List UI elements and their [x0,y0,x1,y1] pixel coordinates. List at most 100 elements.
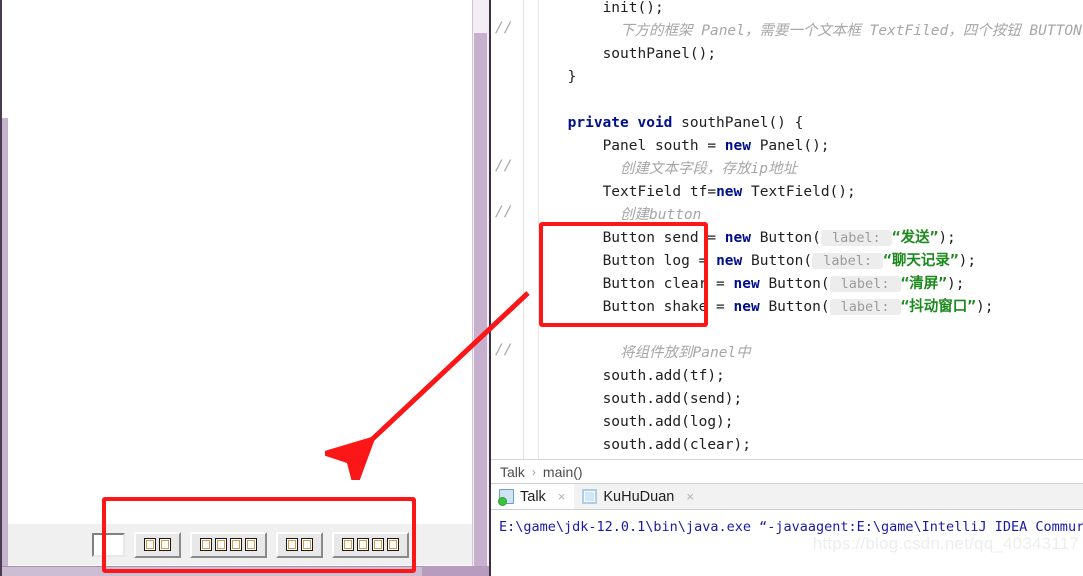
editor-gutter[interactable] [491,0,524,459]
string-literal-token: “聊天记录” [883,253,959,269]
string-literal-token: “清屏” [900,276,948,292]
missing-glyph-box [229,538,242,551]
code-token: Button( [750,253,813,269]
keyword-token: new [733,276,769,292]
missing-glyph-box [244,538,257,551]
run-app-icon [498,489,514,506]
code-token: Button( [768,276,830,292]
gui-client-area [2,0,491,566]
watermark: https://blog.csdn.net/qq_40343117 [812,534,1079,553]
comment-marker: // [495,204,513,220]
code-line[interactable]: Panel south = new Panel(); [603,135,830,158]
breadcrumb[interactable]: Talk › main() [491,459,1083,483]
shake-button[interactable] [331,531,409,558]
ip-textfield[interactable] [91,532,125,557]
string-literal-token: “抖动窗口” [900,299,977,315]
vertical-scrollbar-thumb[interactable] [474,33,487,566]
intellij-idea-window: init(); 下方的框架 Panel，需要一个文本框 TextFiled，四个按… [491,0,1083,576]
comment-marker: // [495,342,513,358]
parameter-hint: label: [829,299,901,315]
code-line[interactable]: Button log = new Button( label: “聊天记录”); [602,250,977,273]
missing-glyph-box [356,538,369,551]
comment-token: 创建文本字段，存放ip地址 [620,161,797,177]
missing-glyph-box [158,538,171,551]
code-line[interactable]: 下方的框架 Panel，需要一个文本框 TextFiled，四个按钮 BUTTO… [620,20,1082,43]
code-line[interactable]: Button send = new Button( label: “发送”); [603,227,956,250]
code-line[interactable]: init(); [603,0,664,20]
missing-glyph-box [143,538,156,551]
code-token: south.add(clear); [602,437,751,453]
comment-token: 下方的框架 Panel，需要一个文本框 TextFiled，四个按钮 BUTTO… [620,23,1082,39]
missing-glyph-box [341,538,354,551]
south-panel [8,524,491,565]
code-line[interactable]: TextField tf=new TextField(); [603,181,856,204]
missing-glyph-box [199,538,212,551]
code-token: Button clear = [602,276,734,292]
code-line[interactable]: Button clear = new Button( label: “清屏”); [603,273,965,296]
code-line[interactable]: 将组件放到Panel中 [620,342,751,365]
close-icon[interactable]: × [686,490,694,503]
log-button[interactable] [189,531,267,558]
code-line[interactable]: 创建文本字段，存放ip地址 [620,158,797,181]
missing-glyph-box [285,538,298,551]
gui-window-left-frame [2,118,8,576]
chat-gui-window [0,0,491,576]
parameter-hint: label: [829,276,901,292]
clear-button[interactable] [275,531,323,558]
indent-guide [538,0,539,459]
keyword-token: private void [567,115,682,131]
code-token: Button shake = [602,299,734,315]
code-token: Button send = [602,230,725,246]
missing-glyph-box [386,538,399,551]
code-token: ); [947,276,965,292]
window-icon [582,489,598,504]
tab-kuhuduan[interactable]: KuHuDuan × [574,484,703,509]
code-token: } [567,69,577,85]
gui-window-resize-corner[interactable] [422,566,491,576]
send-button[interactable] [133,531,181,558]
keyword-token: new [716,253,751,269]
keyword-token: new [724,138,760,154]
comment-marker: // [495,158,513,174]
breadcrumb-method[interactable]: main() [543,464,583,480]
keyword-token: new [716,184,751,200]
code-token: south.add(send); [602,391,743,407]
code-token: Button( [759,230,821,246]
code-line[interactable]: south.add(send); [603,388,743,411]
comment-token: 将组件放到Panel中 [620,345,751,361]
close-icon[interactable]: × [558,490,566,503]
code-line[interactable]: } [568,66,577,89]
code-token: southPanel(); [602,46,717,62]
code-line[interactable]: south.add(clear); [603,434,751,457]
code-token: southPanel() { [681,115,804,131]
gui-window-bottom-frame [2,566,491,576]
comment-token: 创建button [620,207,702,223]
code-line[interactable]: south.add(tf); [603,365,725,388]
missing-glyph-box [214,538,227,551]
code-line[interactable]: southPanel(); [603,43,717,66]
code-token: south.add(log); [602,414,734,430]
run-tool-window-tabs: Talk × KuHuDuan × [491,483,1083,510]
keyword-token: new [733,299,769,315]
breadcrumb-separator-icon: › [531,464,536,479]
code-line[interactable]: south.add(log); [603,411,734,434]
tab-talk-label: Talk [520,488,546,505]
parameter-hint: label: [820,230,892,246]
breadcrumb-class[interactable]: Talk [500,464,525,480]
tab-kuhuduan-label: KuHuDuan [603,488,675,505]
code-line[interactable]: private void southPanel() { [568,112,804,135]
code-line[interactable]: Button shake = new Button( label: “抖动窗口”… [603,296,994,319]
code-editor[interactable]: init(); 下方的框架 Panel，需要一个文本框 TextFiled，四个按… [491,0,1083,459]
console-command-line: E:\game\jdk-12.0.1\bin\java.exe “-javaag… [499,519,1083,535]
code-token: south.add(tf); [602,368,725,384]
comment-marker: // [495,20,513,36]
code-token: Button log = [602,253,717,269]
code-token: ); [958,253,977,269]
code-token: ); [938,230,956,246]
code-token: init(); [602,0,664,16]
code-token: Button( [768,299,830,315]
tab-talk[interactable]: Talk × [491,484,575,509]
missing-glyph-box [371,538,384,551]
code-token: Panel(); [759,138,830,154]
code-line[interactable]: 创建button [620,204,701,227]
